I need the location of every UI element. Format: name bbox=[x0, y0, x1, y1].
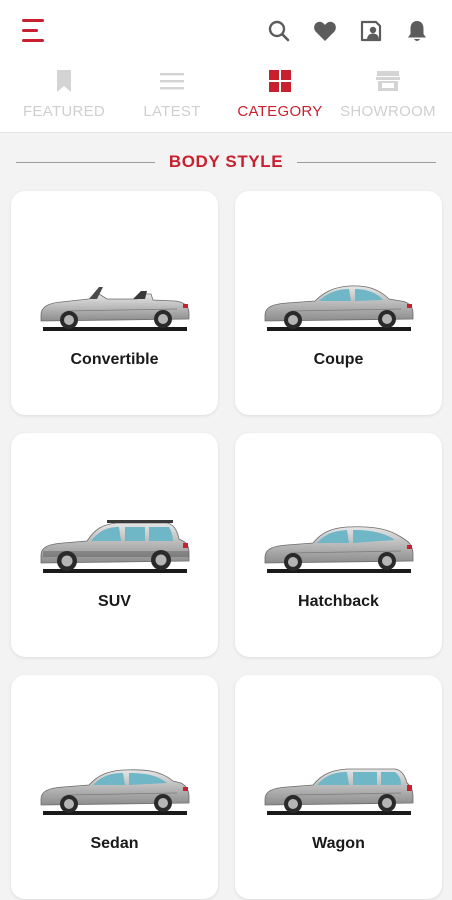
coupe-car-icon bbox=[264, 285, 414, 331]
tab-label: SHOWROOM bbox=[340, 103, 436, 120]
category-label: Sedan bbox=[90, 835, 139, 852]
hatchback-car-icon bbox=[264, 526, 414, 573]
dealer-card-icon[interactable] bbox=[358, 18, 384, 44]
tab-latest[interactable]: LATEST bbox=[122, 68, 222, 132]
search-icon[interactable] bbox=[266, 18, 292, 44]
wagon-car-icon bbox=[264, 768, 414, 815]
category-grid: Convertible Coupe SUV Hatchback Sedan Wa… bbox=[11, 191, 442, 899]
category-card-suv[interactable]: SUV bbox=[11, 433, 218, 657]
tab-label: LATEST bbox=[143, 103, 201, 120]
section-header: BODY STYLE bbox=[16, 148, 437, 176]
category-card-coupe[interactable]: Coupe bbox=[235, 191, 442, 415]
category-label: SUV bbox=[98, 593, 131, 610]
hamburger-icon[interactable] bbox=[22, 18, 50, 44]
app-header: FEATURED LATEST CATEGORY SHOWROOM bbox=[0, 0, 452, 133]
category-label: Hatchback bbox=[298, 593, 379, 610]
category-tabs: FEATURED LATEST CATEGORY SHOWROOM bbox=[0, 68, 452, 132]
tab-label: CATEGORY bbox=[237, 103, 323, 120]
category-card-hatchback[interactable]: Hatchback bbox=[235, 433, 442, 657]
category-card-sedan[interactable]: Sedan bbox=[11, 675, 218, 899]
suv-car-icon bbox=[40, 520, 190, 573]
bell-icon[interactable] bbox=[404, 18, 430, 44]
category-card-convertible[interactable]: Convertible bbox=[11, 191, 218, 415]
category-label: Coupe bbox=[313, 351, 364, 368]
store-icon bbox=[375, 68, 401, 94]
category-card-wagon[interactable]: Wagon bbox=[235, 675, 442, 899]
heart-icon[interactable] bbox=[312, 18, 338, 44]
tab-category[interactable]: CATEGORY bbox=[230, 68, 330, 132]
divider bbox=[297, 161, 437, 163]
sedan-car-icon bbox=[40, 769, 190, 815]
tab-label: FEATURED bbox=[22, 103, 106, 120]
list-icon bbox=[159, 68, 185, 94]
bookmark-icon bbox=[51, 68, 77, 94]
tab-featured[interactable]: FEATURED bbox=[14, 68, 114, 132]
section-title: BODY STYLE bbox=[168, 152, 284, 171]
tab-showroom[interactable]: SHOWROOM bbox=[338, 68, 438, 132]
header-actions bbox=[266, 18, 430, 44]
grid-icon bbox=[267, 68, 293, 94]
convertible-car-icon bbox=[40, 287, 190, 331]
category-label: Convertible bbox=[70, 351, 159, 368]
divider bbox=[16, 161, 155, 163]
category-label: Wagon bbox=[312, 835, 365, 852]
